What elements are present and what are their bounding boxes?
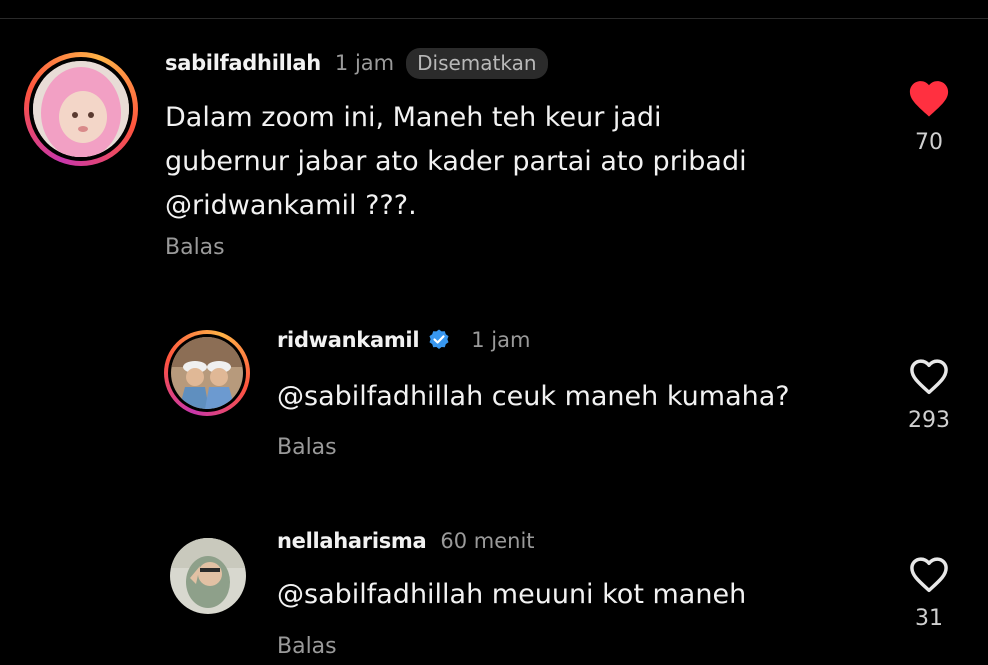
comment-time: 1 jam	[334, 51, 395, 75]
comment-reply: nellaharisma 60 menit @sabilfadhillah me…	[0, 500, 988, 665]
comment-time: 1 jam	[471, 328, 531, 352]
like-count: 70	[915, 130, 943, 155]
like-count: 293	[908, 408, 950, 433]
reply-button[interactable]: Balas	[277, 634, 337, 659]
comment-pinned: sabilfadhillah 1 jam Disematkan Dalam zo…	[0, 0, 988, 280]
verified-badge-icon	[429, 329, 449, 349]
comment-username[interactable]: ridwankamil	[277, 328, 420, 352]
pinned-badge: Disematkan	[406, 47, 548, 79]
heart-outline-icon[interactable]	[907, 554, 951, 594]
comment-time: 60 menit	[440, 529, 535, 553]
comment-text: Dalam zoom ini, Maneh teh keur jadi gube…	[165, 102, 747, 221]
comment-username[interactable]: nellaharisma	[277, 529, 427, 553]
heart-filled-icon[interactable]	[907, 78, 951, 118]
comment-reply: ridwankamil 1 jam @sabilfadhillah ceuk m…	[0, 300, 988, 480]
avatar[interactable]	[24, 52, 138, 166]
reply-button[interactable]: Balas	[165, 235, 225, 260]
comment-text: @sabilfadhillah meuuni kot maneh	[277, 579, 747, 610]
avatar[interactable]	[170, 538, 246, 614]
comment-text: @sabilfadhillah ceuk maneh kumaha?	[277, 381, 790, 412]
comment-username[interactable]: sabilfadhillah	[165, 51, 321, 75]
avatar[interactable]	[164, 330, 250, 416]
like-count: 31	[915, 606, 943, 631]
heart-outline-icon[interactable]	[907, 356, 951, 396]
reply-button[interactable]: Balas	[277, 435, 337, 460]
